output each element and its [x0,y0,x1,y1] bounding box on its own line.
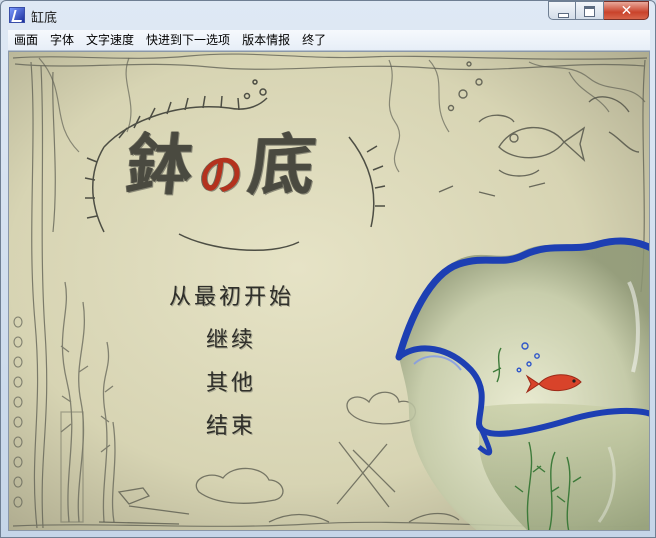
other-option[interactable]: 其他 [159,362,319,405]
menu-version-info[interactable]: 版本情报 [236,30,296,50]
close-icon: ✕ [620,3,633,19]
window-title: 缸底 [31,11,58,26]
menu-bar: 画面 字体 文字速度 快进到下一选项 版本情报 终了 [8,30,650,51]
app-icon [9,7,25,23]
minimize-button[interactable] [548,1,576,20]
app-window: 缸底 ✕ 画面 字体 文字速度 快进到下一选项 版本情报 终了 鉢の底 从最初开… [0,0,656,538]
maximize-button[interactable] [576,1,604,20]
menu-screen[interactable]: 画面 [8,30,44,50]
menu-skip-to-next-choice[interactable]: 快进到下一选项 [140,30,236,50]
logo-char-3: 底 [245,126,324,204]
fishbowl [395,237,649,530]
quit-option[interactable]: 结束 [159,405,319,448]
menu-exit[interactable]: 终了 [296,30,332,50]
continue-option[interactable]: 继续 [159,319,319,362]
game-logo: 鉢の底 [121,112,383,222]
game-canvas[interactable]: 鉢の底 从最初开始 继续 其他 结束 [8,51,650,531]
menu-font[interactable]: 字体 [44,30,80,50]
logo-char-2: の [197,146,249,205]
logo-char-1: 鉢 [123,126,202,204]
close-button[interactable]: ✕ [604,1,649,20]
title-bar[interactable]: 缸底 ✕ [1,1,655,30]
start-from-beginning-option[interactable]: 从最初开始 [159,276,319,319]
caption-buttons: ✕ [548,1,649,21]
menu-text-speed[interactable]: 文字速度 [80,30,140,50]
title-menu: 从最初开始 继续 其他 结束 [159,276,319,448]
minimize-icon [558,13,569,18]
maximize-icon [584,6,595,17]
